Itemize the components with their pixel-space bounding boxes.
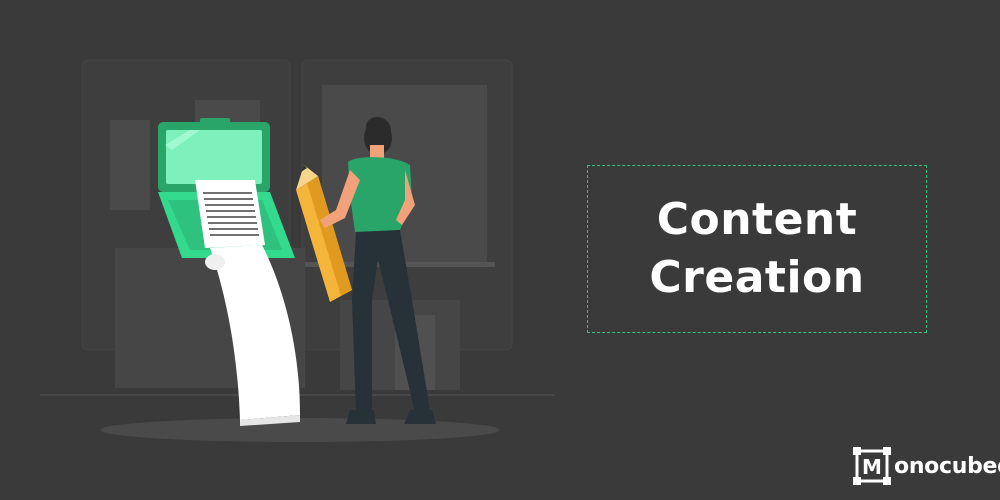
logo-mark-letter: M xyxy=(862,455,882,479)
logo-mark-icon: M xyxy=(853,447,891,485)
title-line-2: Creation xyxy=(649,252,865,303)
title-frame: Content Creation xyxy=(587,165,927,333)
title-line-1: Content xyxy=(656,194,858,245)
brand-logo: M onocubed xyxy=(852,446,1000,486)
content-creation-illustration xyxy=(40,59,555,442)
brand-name: onocubed xyxy=(894,453,1000,479)
background-block xyxy=(110,120,150,210)
